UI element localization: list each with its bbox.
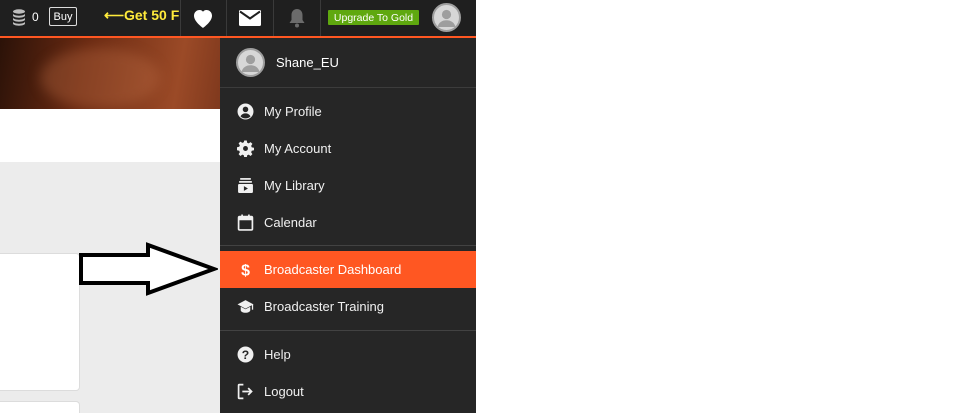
- upgrade-to-gold-button[interactable]: Upgrade To Gold: [328, 10, 419, 25]
- menu-divider: [220, 245, 476, 246]
- mail-icon[interactable]: [238, 9, 262, 27]
- promo-banner-text[interactable]: Get 50 F: [108, 7, 180, 25]
- menu-item-my-profile[interactable]: My Profile: [220, 93, 476, 130]
- nav-divider: [320, 0, 321, 36]
- content-card: [0, 253, 80, 391]
- annotation-arrow: [79, 242, 218, 296]
- user-silhouette-icon: [241, 54, 260, 72]
- logout-icon: [237, 383, 253, 400]
- menu-item-label: Logout: [264, 384, 304, 399]
- library-icon: [238, 178, 253, 193]
- menu-item-logout[interactable]: Logout: [220, 373, 476, 410]
- menu-item-help[interactable]: ? Help: [220, 336, 476, 373]
- coin-count: 0: [32, 10, 39, 24]
- user-dropdown-menu: Shane_EU My Profile My Account My Librar…: [220, 38, 476, 413]
- menu-item-label: Broadcaster Dashboard: [264, 262, 402, 277]
- menu-item-broadcaster-dashboard[interactable]: $ Broadcaster Dashboard: [220, 251, 476, 288]
- svg-text:$: $: [241, 262, 250, 278]
- username: Shane_EU: [276, 55, 339, 70]
- app-window: 0 Buy ⟵ Get 50 F Upgrade To Gold Shane_E…: [0, 0, 476, 413]
- gear-icon: [237, 140, 254, 157]
- menu-divider: [220, 330, 476, 331]
- menu-item-broadcaster-training[interactable]: Broadcaster Training: [220, 288, 476, 325]
- menu-item-label: My Profile: [264, 104, 322, 119]
- help-icon: ?: [237, 346, 254, 363]
- coins-icon: [13, 9, 25, 26]
- menu-item-label: My Library: [264, 178, 325, 193]
- calendar-icon: [237, 214, 254, 231]
- bell-icon[interactable]: [286, 7, 308, 29]
- menu-item-my-library[interactable]: My Library: [220, 167, 476, 204]
- svg-text:?: ?: [242, 348, 249, 362]
- nav-divider: [180, 0, 181, 36]
- menu-item-calendar[interactable]: Calendar: [220, 204, 476, 241]
- menu-item-label: Help: [264, 347, 291, 362]
- menu-item-label: My Account: [264, 141, 332, 156]
- nav-divider: [226, 0, 227, 36]
- nav-divider: [273, 0, 274, 36]
- menu-item-my-account[interactable]: My Account: [220, 130, 476, 167]
- menu-item-label: Broadcaster Training: [264, 299, 384, 314]
- promo-text: Get 50 F: [124, 7, 180, 23]
- graduation-cap-icon: [237, 300, 254, 313]
- content-card: [0, 401, 80, 413]
- avatar[interactable]: [432, 3, 461, 32]
- buy-coins-button[interactable]: Buy: [49, 7, 77, 26]
- dollar-icon: $: [241, 262, 250, 278]
- menu-item-label: Calendar: [264, 215, 317, 230]
- user-silhouette-icon: [437, 9, 456, 27]
- top-navigation-bar: 0 Buy ⟵ Get 50 F Upgrade To Gold: [0, 0, 476, 38]
- menu-user-header[interactable]: Shane_EU: [220, 38, 476, 88]
- avatar: [236, 48, 265, 77]
- heart-icon[interactable]: [190, 7, 216, 29]
- account-circle-icon: [237, 103, 254, 120]
